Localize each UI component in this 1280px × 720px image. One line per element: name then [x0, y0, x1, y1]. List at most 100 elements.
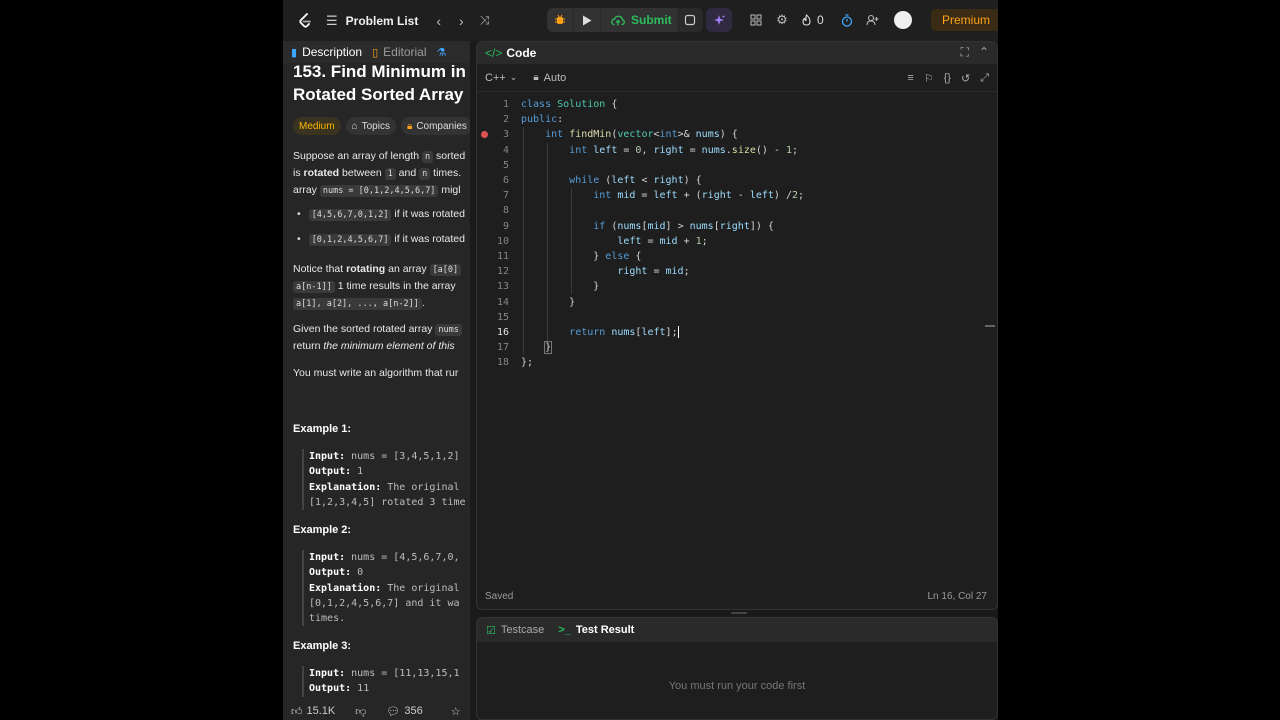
explanation-text: times.: [309, 613, 346, 625]
example-3-block: Input: nums = [11,13,15,1 Output: 11: [302, 666, 460, 697]
line-number: 14: [496, 296, 509, 308]
tab-description[interactable]: ▮ Description: [291, 45, 362, 59]
dislike-button[interactable]: 👎︎: [355, 705, 376, 718]
code-line: 12 right = mid;: [477, 264, 997, 279]
explanation-text: The original: [381, 481, 460, 493]
code-line: 14 }: [477, 295, 997, 310]
output-label: Output:: [309, 683, 352, 695]
language-label: C++: [485, 71, 506, 84]
auto-mode-toggle[interactable]: 🔒︎ Auto: [533, 72, 566, 84]
settings-gear-icon[interactable]: ⚙: [769, 8, 795, 32]
code-line: 18};: [477, 355, 997, 370]
language-select[interactable]: C++ ⌄: [485, 72, 517, 84]
collapse-chevron-up-icon[interactable]: ⌃: [979, 45, 989, 60]
desc-bold: rotated: [303, 167, 340, 179]
streak-counter[interactable]: 0: [801, 13, 824, 27]
premium-button[interactable]: Premium: [931, 9, 998, 31]
line-number: 3: [502, 129, 509, 141]
desc-text: sorted: [433, 150, 466, 162]
desc-bold: rotating: [346, 263, 386, 275]
explanation-text: [1,2,3,4,5] rotated 3 time: [309, 496, 466, 508]
desc-text: .: [421, 297, 425, 309]
list-item: [0,1,2,4,5,6,7] if it was rotated: [297, 233, 465, 246]
next-problem-chevron-right-icon[interactable]: ›: [459, 13, 464, 29]
format-align-icon[interactable]: ≡: [907, 72, 913, 85]
notes-button[interactable]: [677, 8, 703, 32]
like-button[interactable]: 👍︎ 15.1K: [291, 705, 345, 718]
prev-problem-chevron-left-icon[interactable]: ‹: [436, 13, 441, 29]
fullscreen-icon[interactable]: ⤢: [980, 72, 989, 85]
shuffle-icon[interactable]: ⤨: [480, 13, 490, 28]
description-icon: ▮: [291, 46, 298, 59]
tab-testcase[interactable]: ☑ Testcase: [486, 624, 544, 637]
cloud-upload-icon: [611, 15, 625, 25]
code-line: 10 left = mid + 1;: [477, 234, 997, 249]
run-button[interactable]: [574, 8, 600, 32]
submit-button[interactable]: Submit: [601, 8, 682, 32]
debug-button[interactable]: [547, 8, 573, 32]
star-icon[interactable]: ☆: [451, 705, 461, 718]
inline-code: nums = [0,1,2,4,5,6,7]: [319, 185, 439, 197]
code-panel: </> Code ⛶ ⌃ C++ ⌄ 🔒︎ Auto ≡ ⚐ {} ↺ ⤢ 1 …: [476, 41, 998, 610]
code-line: 11 } else {: [477, 249, 997, 264]
code-line: 16 return nums[left];: [477, 325, 997, 340]
timer-icon[interactable]: [834, 8, 860, 32]
bookmark-icon[interactable]: ⚐: [924, 72, 934, 85]
maximize-icon[interactable]: ⛶: [961, 45, 969, 60]
inline-code: [0,1,2,4,5,6,7]: [308, 234, 392, 246]
add-user-icon[interactable]: [860, 8, 886, 32]
inline-code: 1: [384, 168, 396, 180]
comments-button[interactable]: 💬︎ 356: [386, 705, 432, 718]
line-number: 1: [502, 99, 509, 110]
test-result-message: You must run your code first: [668, 680, 806, 692]
reset-icon[interactable]: ↺: [961, 72, 970, 85]
line-number: 7: [502, 190, 509, 202]
output-label: Output:: [309, 466, 352, 478]
scrollbar-marker[interactable]: [985, 325, 995, 327]
description-text: Suppose an array of length n sorted is r…: [293, 148, 470, 199]
explanation-text: The original: [381, 582, 460, 594]
problem-list-link[interactable]: ☰ Problem List: [326, 13, 418, 29]
layout-grid-icon[interactable]: [743, 8, 769, 32]
submit-label: Submit: [631, 13, 672, 27]
input-value: nums = [4,5,6,7,0,: [345, 552, 460, 563]
inline-code: [a[0]: [429, 264, 462, 276]
difficulty-badge[interactable]: Medium: [293, 117, 341, 135]
tab-description-label: Description: [302, 45, 363, 59]
tab-test-result[interactable]: >_ Test Result: [558, 624, 634, 636]
desc-italic: the minimum element of this: [323, 340, 455, 352]
code-line: 6 while (left < right) {: [477, 173, 997, 188]
line-number: 12: [496, 266, 509, 278]
input-value: nums = [11,13,15,1: [345, 668, 460, 679]
bug-icon: [555, 14, 565, 24]
output-value: 0: [351, 567, 364, 579]
checkbox-icon: ☑: [486, 624, 496, 637]
example-1-title: Example 1:: [293, 423, 352, 435]
inline-code: [4,5,6,7,0,1,2]: [308, 209, 392, 221]
companies-tag[interactable]: 🔒︎ Companies: [400, 117, 470, 135]
panel-resize-handle[interactable]: [731, 612, 747, 614]
line-number: 10: [496, 235, 509, 247]
test-panel: ☑ Testcase >_ Test Result You must run y…: [476, 617, 998, 720]
title-line-1: 153. Find Minimum in: [293, 62, 466, 81]
code-line: 1 class Solution {: [477, 97, 997, 112]
desc-text: 1 time results in the array: [334, 280, 456, 292]
code-editor[interactable]: 1 class Solution { 2 public: 3 int findMin…: [477, 97, 997, 587]
text-cursor: [677, 326, 679, 338]
example-3-title: Example 3:: [293, 640, 352, 652]
code-line: 15: [477, 310, 997, 325]
tab-testcase-label: Testcase: [500, 624, 545, 636]
tab-more[interactable]: ⚗: [437, 46, 452, 59]
braces-icon[interactable]: {}: [944, 72, 951, 85]
saved-status: Saved: [485, 590, 514, 602]
avatar[interactable]: [893, 11, 912, 29]
editor-actions: ≡ ⚐ {} ↺ ⤢: [897, 72, 989, 85]
leetcode-logo-icon[interactable]: [298, 12, 312, 30]
list-icon: ☰: [326, 12, 338, 28]
topics-tag[interactable]: ⌂ Topics: [345, 117, 396, 135]
explanation-text: [0,1,2,4,5,6,7] and it wa: [309, 597, 460, 609]
tab-editorial[interactable]: ▯ Editorial: [372, 45, 426, 59]
task-statement: Given the sorted rotated array nums retu…: [293, 321, 470, 354]
ai-assist-button[interactable]: [706, 8, 732, 32]
lock-icon: 🔒︎: [406, 120, 413, 132]
